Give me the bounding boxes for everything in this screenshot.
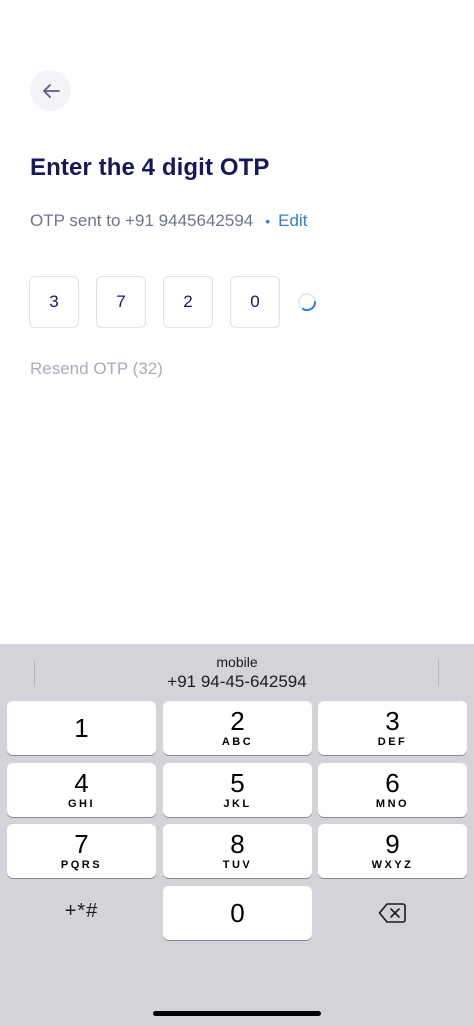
separator-dot: •	[265, 213, 271, 229]
key-letters: DEF	[377, 736, 408, 748]
back-button[interactable]	[30, 70, 71, 111]
key-digit: 2	[230, 706, 245, 736]
key-8[interactable]: 8 TUV	[163, 824, 312, 878]
home-indicator[interactable]	[153, 1011, 321, 1016]
autofill-suggestion[interactable]: mobile +91 94-45-642594	[0, 644, 474, 696]
suggestion-value: +91 94-45-642594	[167, 672, 307, 691]
key-letters: PQRS	[60, 859, 103, 871]
otp-digit-1[interactable]: 3	[29, 276, 79, 328]
key-digit: 9	[385, 829, 400, 859]
numeric-keyboard: mobile +91 94-45-642594 1 2 ABC 3 DEF 4 …	[0, 644, 474, 1026]
arrow-left-icon	[42, 83, 60, 98]
key-digit: 5	[230, 768, 245, 798]
key-digit: 7	[74, 829, 89, 859]
key-0[interactable]: 0	[163, 886, 312, 940]
backspace-icon	[378, 903, 406, 923]
key-5[interactable]: 5 JKL	[163, 763, 312, 817]
suggestion-label: mobile	[216, 654, 258, 670]
key-letters: TUV	[222, 859, 253, 871]
key-3[interactable]: 3 DEF	[318, 701, 467, 755]
key-9[interactable]: 9 WXYZ	[318, 824, 467, 878]
key-digit: 8	[230, 829, 245, 859]
key-4[interactable]: 4 GHI	[7, 763, 156, 817]
key-letters: JKL	[223, 798, 252, 810]
key-1[interactable]: 1	[7, 701, 156, 755]
key-6[interactable]: 6 MNO	[318, 763, 467, 817]
key-letters: GHI	[67, 798, 96, 810]
spinner-icon	[298, 293, 317, 312]
key-symbols[interactable]: +*#	[7, 886, 156, 940]
resend-otp-timer: Resend OTP (32)	[30, 359, 163, 378]
key-digit: 4	[74, 768, 89, 798]
key-delete[interactable]	[318, 886, 467, 940]
key-digit: 1	[74, 713, 89, 743]
key-letters: WXYZ	[371, 859, 414, 871]
suggestion-divider	[438, 660, 439, 686]
key-digit: 6	[385, 768, 400, 798]
otp-digit-4[interactable]: 0	[230, 276, 280, 328]
key-7[interactable]: 7 PQRS	[7, 824, 156, 878]
key-letters: ABC	[221, 736, 254, 748]
edit-number-link[interactable]: Edit	[278, 211, 307, 231]
key-digit: 0	[230, 898, 245, 928]
key-digit: 3	[385, 706, 400, 736]
otp-sent-info: OTP sent to +91 9445642594 • Edit	[30, 211, 307, 231]
otp-digit-3[interactable]: 2	[163, 276, 213, 328]
key-letters: MNO	[375, 798, 410, 810]
page-title: Enter the 4 digit OTP	[30, 154, 270, 181]
otp-sent-text: OTP sent to +91 9445642594	[30, 211, 254, 230]
key-2[interactable]: 2 ABC	[163, 701, 312, 755]
otp-input-group: 3 7 2 0	[29, 276, 317, 328]
otp-digit-2[interactable]: 7	[96, 276, 146, 328]
symbols-label: +*#	[64, 900, 99, 922]
